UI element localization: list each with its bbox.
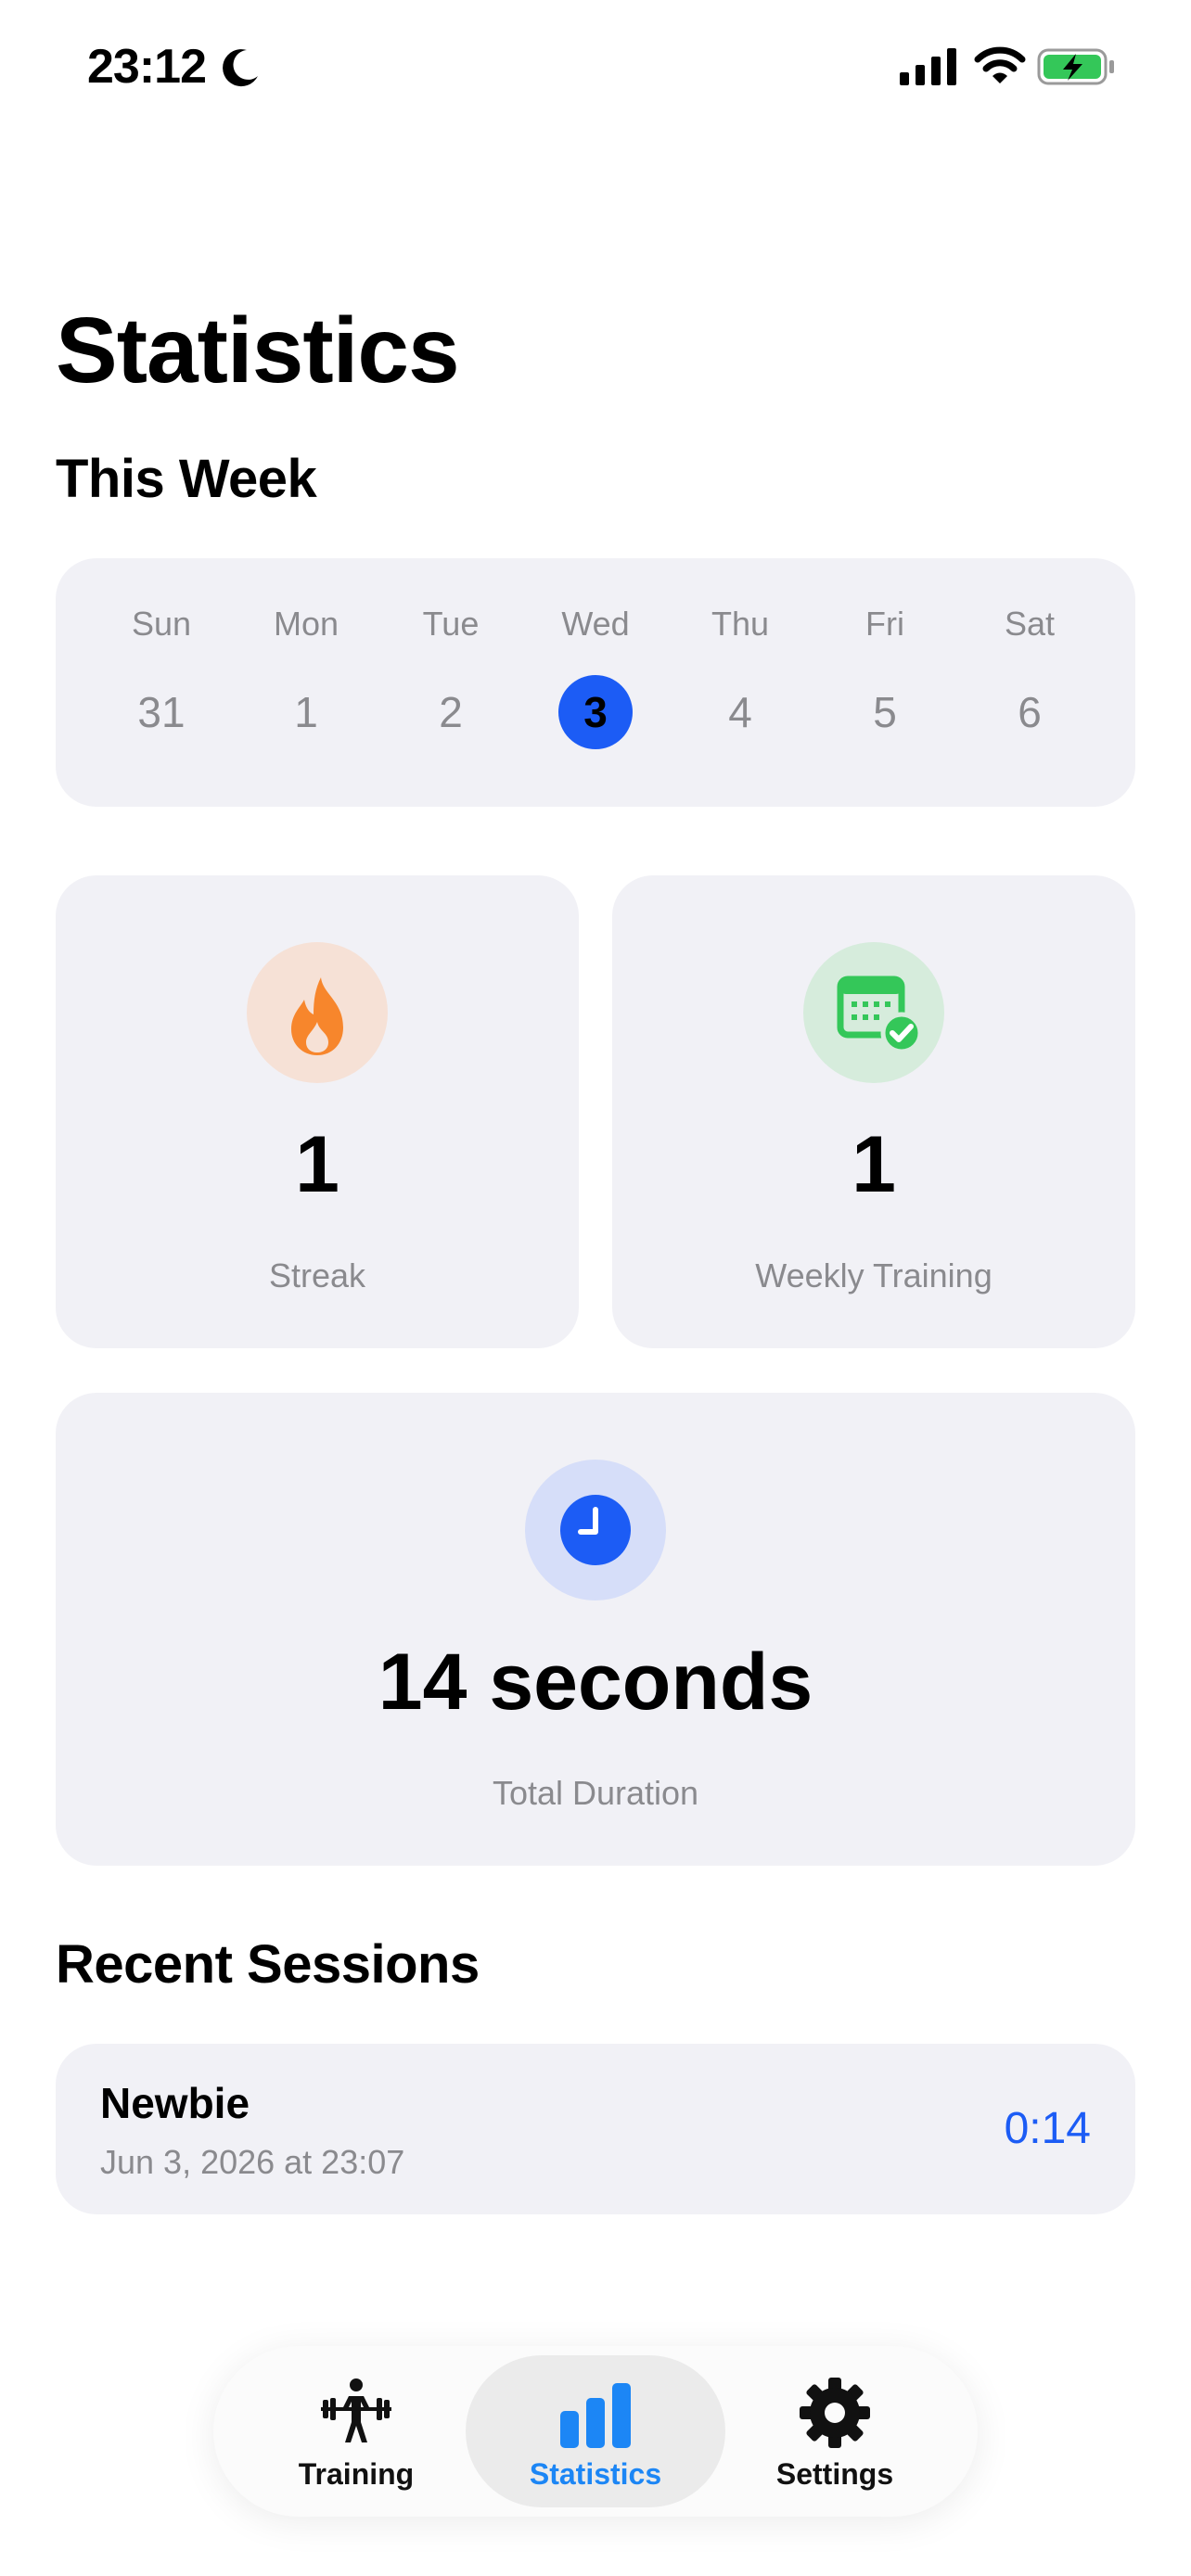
page-title: Statistics xyxy=(56,299,460,402)
weekly-training-card: 1 Weekly Training xyxy=(612,875,1135,1348)
tab-settings[interactable]: Settings xyxy=(705,2355,965,2507)
day-number: 4 xyxy=(728,688,752,736)
streak-icon-badge xyxy=(247,942,388,1083)
session-name: Newbie xyxy=(100,2079,250,2127)
total-duration-value: 14 seconds xyxy=(378,1638,813,1727)
day-number: 2 xyxy=(439,688,463,736)
day-number: 5 xyxy=(873,688,897,736)
battery-charging-icon xyxy=(1037,48,1114,85)
week-calendar: Sun 31 Mon 1 Tue 2 Wed 3 Thu 4 Fri 5 Sat… xyxy=(56,558,1135,807)
duration-icon-badge xyxy=(525,1460,666,1600)
this-week-title: This Week xyxy=(56,449,317,509)
tab-training[interactable]: Training xyxy=(226,2355,486,2507)
session-duration: 0:14 xyxy=(1004,2104,1091,2153)
day-name: Sun xyxy=(131,605,192,643)
recent-sessions-title: Recent Sessions xyxy=(56,1934,480,1995)
day-name: Mon xyxy=(273,605,339,643)
session-date: Jun 3, 2026 at 23:07 xyxy=(100,2143,405,2181)
weekly-training-label: Weekly Training xyxy=(755,1256,992,1294)
wifi-icon xyxy=(974,46,1026,83)
moon-icon xyxy=(223,49,258,87)
day-number-selected: 3 xyxy=(558,675,633,749)
weekly-training-value: 1 xyxy=(852,1120,896,1209)
tab-label: Statistics xyxy=(529,2457,662,2491)
tab-statistics[interactable]: Statistics xyxy=(466,2355,725,2507)
cellular-signal-icon xyxy=(900,48,956,85)
streak-card: 1 Streak xyxy=(56,875,579,1348)
total-duration-card: 14 seconds Total Duration xyxy=(56,1393,1135,1866)
streak-label: Streak xyxy=(268,1256,366,1294)
tab-label: Settings xyxy=(775,2457,894,2491)
calendar-check-icon xyxy=(837,976,923,1054)
day-name: Thu xyxy=(711,605,770,643)
day-number: 1 xyxy=(294,688,318,736)
status-time: 23:12 xyxy=(87,40,207,94)
tab-label: Training xyxy=(298,2457,415,2491)
session-row[interactable]: Newbie Jun 3, 2026 at 23:07 0:14 xyxy=(56,2044,1135,2214)
flame-icon xyxy=(291,977,343,1055)
weekly-icon-badge xyxy=(803,942,944,1083)
total-duration-label: Total Duration xyxy=(492,1774,699,1812)
day-name: Wed xyxy=(561,605,630,643)
day-number: 31 xyxy=(137,688,186,736)
day-name: Sat xyxy=(1004,605,1056,643)
gear-icon xyxy=(800,2378,870,2448)
day-name: Fri xyxy=(865,605,904,643)
streak-value: 1 xyxy=(295,1120,339,1209)
day-name: Tue xyxy=(422,605,480,643)
bar-chart-icon xyxy=(560,2383,631,2448)
day-number: 6 xyxy=(1018,688,1042,736)
clock-icon xyxy=(560,1495,631,1565)
weightlifter-icon xyxy=(321,2378,391,2442)
tab-bar: Training Statistics Settings xyxy=(213,2346,978,2517)
